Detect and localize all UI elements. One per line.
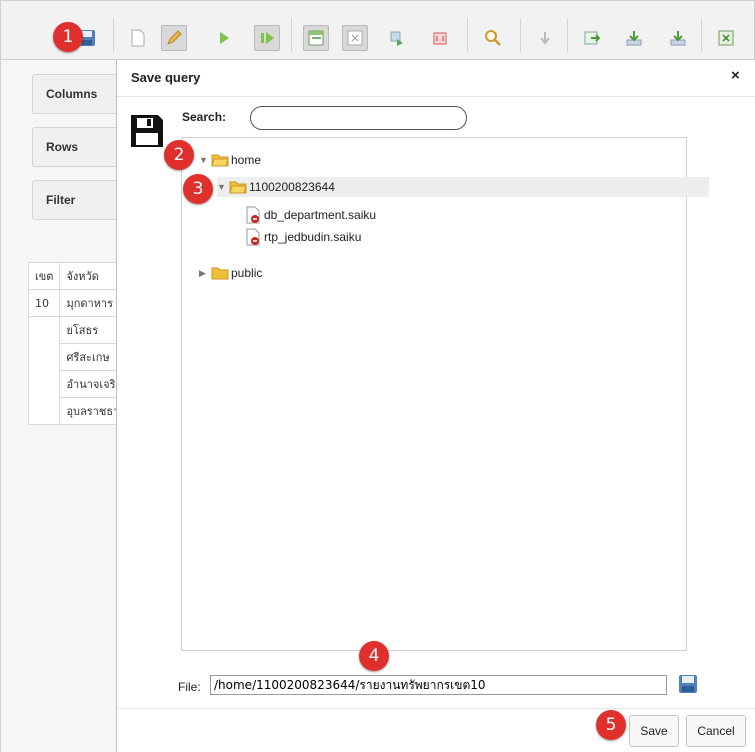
- table-header-cell[interactable]: จังหวัด: [59, 262, 123, 290]
- step-badge-5: 5: [596, 710, 626, 740]
- expanded-arrow-icon[interactable]: ▼: [217, 182, 229, 192]
- edit-icon[interactable]: [161, 25, 187, 51]
- run-icon[interactable]: [211, 25, 237, 51]
- mdx-icon[interactable]: [427, 25, 453, 51]
- folder-icon: [211, 266, 229, 280]
- table-cell: ศรีสะเกษ: [59, 343, 123, 371]
- table-cell: อำนาจเจริญ: [59, 370, 123, 398]
- step-badge-2: 2: [164, 140, 194, 170]
- expanded-arrow-icon[interactable]: ▼: [199, 155, 211, 165]
- search-label: Search:: [182, 110, 227, 124]
- table-row: ยโสธร: [27, 316, 123, 344]
- non-empty-icon[interactable]: [342, 25, 368, 51]
- save-button[interactable]: Save: [629, 715, 679, 747]
- table-header-row: เขต จังหวัด: [27, 262, 123, 290]
- tree-file-rtp-jedbudin[interactable]: rtp_jedbudin.saiku: [244, 227, 361, 247]
- tree-node-label: home: [231, 153, 262, 167]
- open-folder-icon: [211, 153, 229, 167]
- toggle-fields-icon[interactable]: [303, 25, 329, 51]
- swap-axis-icon[interactable]: [384, 25, 410, 51]
- close-icon[interactable]: ×: [731, 67, 740, 84]
- rows-drop-zone[interactable]: Rows: [32, 127, 128, 167]
- export-xls-icon[interactable]: [579, 25, 605, 51]
- export-csv-icon[interactable]: [621, 25, 647, 51]
- save-icon[interactable]: [678, 674, 698, 697]
- table-row: 10 มุกดาหาร: [27, 289, 123, 317]
- export-pdf-icon[interactable]: [665, 25, 691, 51]
- table-header-cell[interactable]: เขต: [27, 262, 61, 290]
- collapsed-arrow-icon[interactable]: ▶: [199, 268, 211, 279]
- file-path-input[interactable]: [210, 675, 667, 695]
- tree-file-db-department[interactable]: db_department.saiku: [244, 205, 376, 225]
- toolbar: [0, 0, 755, 60]
- tree-node-label: db_department.saiku: [264, 208, 377, 222]
- tree-node-label: 1100200823644: [249, 180, 335, 194]
- saiku-file-icon: [244, 228, 262, 246]
- new-query-icon[interactable]: [125, 25, 151, 51]
- excel-icon[interactable]: [713, 25, 739, 51]
- drillthrough-icon[interactable]: [532, 25, 558, 51]
- tree-node-label: public: [231, 266, 263, 280]
- open-folder-icon: [229, 180, 247, 194]
- saiku-file-icon: [244, 206, 262, 224]
- repository-tree: ▼ home ▼ 1100200823644 db_department.sai…: [181, 137, 709, 651]
- table-cell: มุกดาหาร: [59, 289, 123, 317]
- floppy-disk-icon: [129, 113, 165, 152]
- table-row: ศรีสะเกษ: [27, 343, 123, 371]
- auto-run-icon[interactable]: [254, 25, 280, 51]
- result-table: เขต จังหวัด 10 มุกดาหาร ยโสธร ศรีสะเกษ อ…: [27, 262, 123, 425]
- filter-drop-zone[interactable]: Filter: [32, 180, 128, 220]
- columns-drop-zone[interactable]: Columns: [32, 74, 128, 114]
- table-row: อำนาจเจริญ: [27, 370, 123, 398]
- cancel-button[interactable]: Cancel: [686, 715, 746, 747]
- dialog-title: Save query: [131, 70, 201, 85]
- step-badge-1: 1: [53, 22, 83, 52]
- tree-node-home[interactable]: ▼ home: [199, 150, 261, 170]
- save-query-dialog: Save query × Search: ▼ home ▼ 1100200823…: [116, 60, 755, 752]
- table-cell: ยโสธร: [59, 316, 123, 344]
- table-cell: อุบลราชธานี: [59, 397, 123, 425]
- step-badge-4: 4: [359, 641, 389, 671]
- tree-node-user-folder[interactable]: ▼ 1100200823644: [217, 177, 709, 197]
- table-row: อุบลราชธานี: [27, 397, 123, 425]
- step-badge-3: 3: [183, 174, 213, 204]
- zoom-icon[interactable]: [480, 25, 506, 51]
- tree-node-public[interactable]: ▶ public: [199, 263, 262, 283]
- query-workspace: Columns Rows Filter เขต จังหวัด 10 มุกดา…: [0, 60, 128, 752]
- tree-node-label: rtp_jedbudin.saiku: [264, 230, 362, 244]
- file-label: File:: [178, 680, 201, 694]
- table-cell: 10: [27, 289, 61, 317]
- search-input[interactable]: [250, 106, 467, 130]
